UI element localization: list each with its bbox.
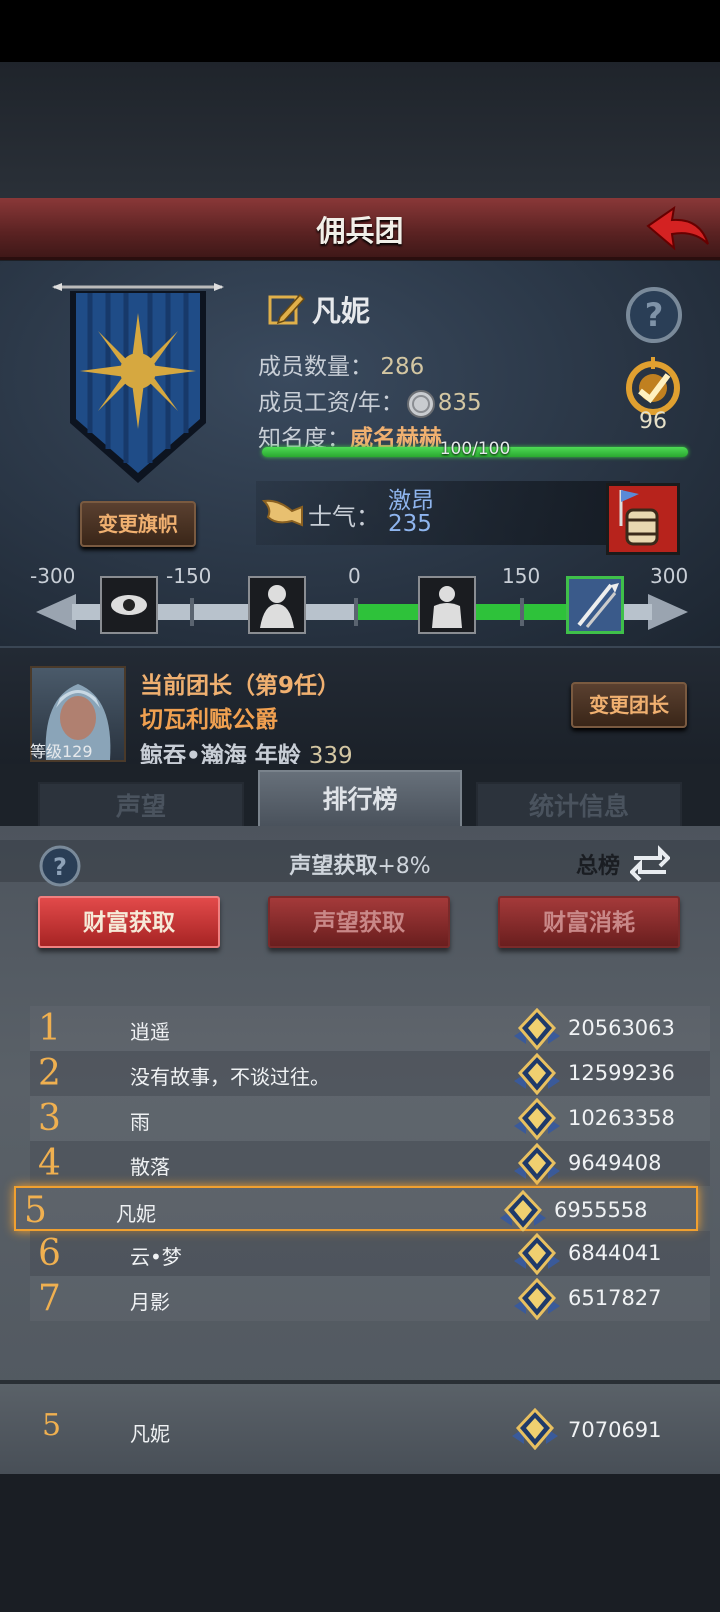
tab-bar: 声望 排行榜 统计信息 [0,764,720,828]
scale-tick: 300 [650,564,689,588]
mood-calm-icon[interactable] [418,576,476,634]
reputation-medal-icon [514,1008,560,1050]
player-name: 雨 [130,1110,150,1134]
badge-count: 96 [639,409,667,434]
ranking-row[interactable]: 6 云•梦 6844041 [30,1231,710,1276]
member-wage: 成员工资/年： 835 [258,383,482,419]
player-score: 6517827 [568,1286,662,1310]
rank-number: 1 [38,1008,61,1049]
ranking-row[interactable]: 4 散落 9649408 [30,1141,710,1186]
player-name: 散落 [130,1155,170,1179]
status-bar [0,0,720,62]
svg-text:?: ? [645,296,664,334]
header-bar: 佣兵团 [0,198,720,260]
rank-number: 7 [38,1278,61,1319]
swap-arrows-icon[interactable] [630,844,670,884]
category-reputation-gain[interactable]: 声望获取 [268,896,450,948]
reputation-medal-icon [500,1190,546,1232]
rank-number: 4 [38,1143,61,1184]
back-arrow-icon[interactable] [644,204,712,254]
rank-number: 3 [38,1098,61,1139]
mood-despair-icon[interactable] [248,576,306,634]
total-ranking-label[interactable]: 总榜 [576,848,620,880]
edit-name-icon[interactable] [266,289,306,329]
reputation-medal-icon [514,1053,560,1095]
player-name: 云•梦 [130,1245,182,1269]
player-score: 6955558 [554,1198,648,1222]
fame-progress-text: 100/100 [439,439,511,459]
reputation-medal-icon [514,1098,560,1140]
rank-number: 6 [38,1233,61,1274]
reputation-medal-icon [514,1278,560,1320]
rank-number: 5 [24,1190,47,1231]
player-name: 逍遥 [130,1020,170,1044]
barrel-flag-icon[interactable] [606,483,680,555]
ranking-row[interactable]: 3 雨 10263358 [30,1096,710,1141]
change-flag-button[interactable]: 变更旗帜 [80,501,196,547]
guild-name-row: 凡妮 [266,289,370,329]
tab-statistics[interactable]: 统计信息 [476,782,682,828]
guild-panel: 变更旗帜 凡妮 ? 成员数量： 286 成员工资/年： 835 知名度：威名赫赫… [0,261,720,646]
category-wealth-spent[interactable]: 财富消耗 [498,896,680,948]
leader-title: 当前团长（第9任） [140,673,341,699]
silver-coin-icon [406,389,435,418]
rank-number: 2 [38,1053,61,1094]
guild-banner [52,283,224,483]
player-name: 凡妮 [116,1202,156,1226]
my-rank-row: 5 凡妮 7070691 [0,1380,720,1474]
bottom-backdrop [0,1474,720,1612]
tab-reputation[interactable]: 声望 [38,782,244,828]
horn-icon [262,499,303,527]
change-leader-button[interactable]: 变更团长 [571,682,687,728]
player-name: 月影 [130,1290,170,1314]
page-title: 佣兵团 [316,214,404,248]
morale-value: 235 [388,511,432,537]
my-rank-number: 5 [42,1408,62,1443]
morale-label: 士气： [308,503,380,531]
leader-name: 切瓦利赋公爵 [140,707,278,733]
my-rank-score: 7070691 [568,1418,662,1442]
mood-paranoid-icon[interactable] [100,576,158,634]
reputation-medal-icon [514,1143,560,1185]
ranking-row[interactable]: 1 逍遥 20563063 [30,1006,710,1051]
leader-level: 等级129 [30,742,93,761]
tab-leaderboard[interactable]: 排行榜 [258,770,462,828]
help-icon[interactable]: ? [624,285,684,345]
scale-tick: -300 [30,564,76,588]
scale-tick: -150 [166,564,212,588]
ranking-list[interactable]: 1 逍遥 20563063 2 没有故事，不谈过往。 12599236 3 雨 10263358… [0,1006,720,1346]
leader-section: 等级129 当前团长（第9任） 切瓦利赋公爵 鲸吞•瀚海 年龄 339 变更团长 [0,646,720,769]
guild-name: 凡妮 [312,294,371,328]
player-score: 9649408 [568,1151,662,1175]
reputation-medal-icon [514,1233,560,1275]
ranking-row[interactable]: 2 没有故事，不谈过往。 12599236 [30,1051,710,1096]
player-score: 12599236 [568,1061,675,1085]
scale-tick: 0 [348,564,361,588]
mood-inspired-icon[interactable] [566,576,624,634]
leaderboard-panel: ? 声望获取+8% 总榜 财富获取 声望获取 财富消耗 1 逍遥 20563063 2… [0,826,720,1474]
top-backdrop [0,62,720,198]
reputation-medal-icon [512,1408,558,1450]
category-wealth-gain[interactable]: 财富获取 [38,896,220,948]
player-name: 没有故事，不谈过往。 [130,1065,330,1089]
player-score: 20563063 [568,1016,675,1040]
morale-state: 激昂 [388,488,434,514]
player-score: 6844041 [568,1241,662,1265]
member-count: 成员数量： 286 [258,354,425,380]
player-score: 10263358 [568,1106,675,1130]
my-rank-name: 凡妮 [130,1422,170,1446]
scale-tick: 150 [502,564,541,588]
ranking-row[interactable]: 5 凡妮 6955558 [14,1186,698,1232]
ranking-row[interactable]: 7 月影 6517827 [30,1276,710,1321]
